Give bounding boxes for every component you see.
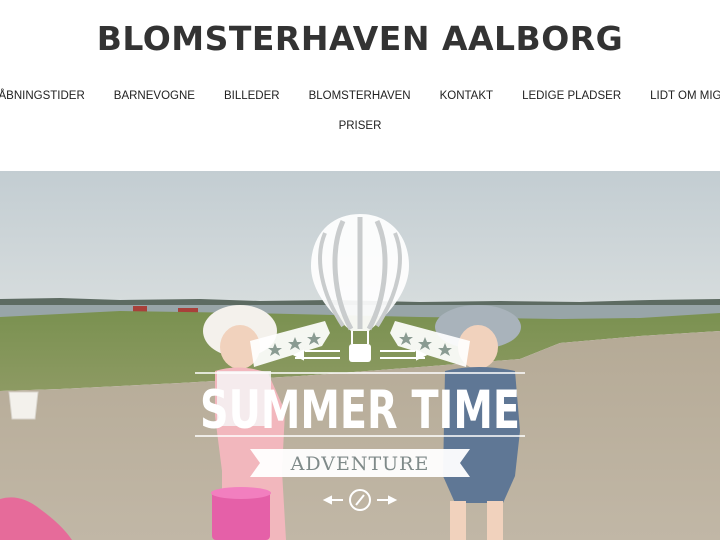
nav-item-lidt-om-mig[interactable]: LIDT OM MIG (636, 86, 720, 106)
nav-row-1: ÅBNINGSTIDER BARNEVOGNE BILLEDER BLOMSTE… (0, 86, 720, 106)
hero-image: SUMMER TIME ADVENTURE (0, 171, 720, 540)
site-title[interactable]: BLOMSTERHAVEN AALBORG (0, 14, 720, 64)
nav-item-kontakt[interactable]: KONTAKT (425, 86, 507, 106)
nav-item-blomsterhaven[interactable]: BLOMSTERHAVEN (294, 86, 425, 106)
white-bucket (8, 391, 39, 420)
nav-item-abningstider[interactable]: ÅBNINGSTIDER (0, 86, 99, 106)
overlay-title: SUMMER TIME (200, 380, 520, 441)
hero-photo: SUMMER TIME ADVENTURE (0, 171, 720, 540)
main-nav: ÅBNINGSTIDER BARNEVOGNE BILLEDER BLOMSTE… (0, 86, 720, 136)
nav-item-barnevogne[interactable]: BARNEVOGNE (99, 86, 209, 106)
site-header: BLOMSTERHAVEN AALBORG ÅBNINGSTIDER BARNE… (0, 0, 720, 171)
nav-item-priser[interactable]: PRISER (324, 116, 396, 136)
nav-row-2: PRISER (0, 116, 720, 136)
overlay-subtitle: ADVENTURE (290, 453, 430, 475)
nav-item-billeder[interactable]: BILLEDER (209, 86, 294, 106)
adventure-banner: ADVENTURE (250, 449, 470, 477)
nav-item-ledige-pladser[interactable]: LEDIGE PLADSER (508, 86, 636, 106)
